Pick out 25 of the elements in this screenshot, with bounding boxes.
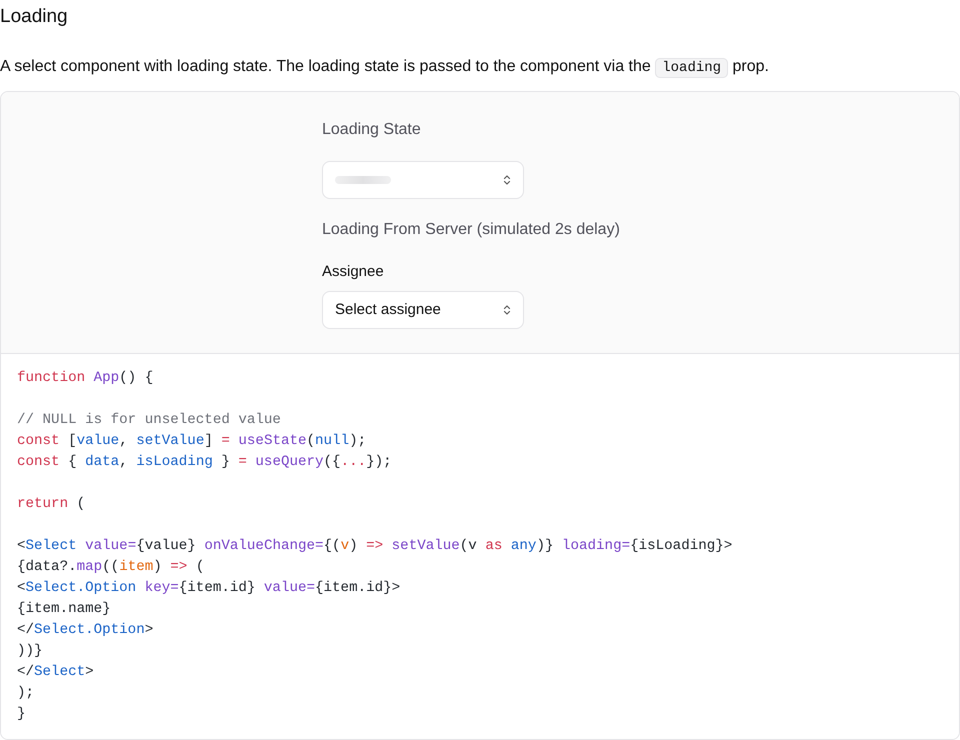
chevron-up-down-icon	[503, 174, 511, 186]
code-line: ))}	[17, 642, 44, 662]
code-line: // NULL is for unselected value	[17, 411, 282, 430]
loading-skeleton	[335, 176, 391, 184]
select-field[interactable]	[322, 160, 524, 199]
inline-code: loading	[655, 58, 728, 78]
code-line: return (	[17, 495, 86, 514]
code-line: const { data, isLoading } = useQuery({...});	[17, 453, 393, 472]
code-line: const [value, setValue] = useState(null);	[17, 432, 368, 452]
code-line: function App() {	[17, 369, 154, 388]
code-line: {data?.map((item) => (	[17, 558, 206, 578]
chevron-up-down-icon	[503, 304, 511, 316]
code-line: );	[17, 684, 36, 704]
description-text: A select component with loading state. The loading state is passed to the component via the loading prop.	[0, 56, 770, 79]
field-label: Assignee	[322, 262, 385, 282]
demo-title: Loading From Server (simulated 2s delay)	[322, 220, 621, 240]
code-line: }	[17, 705, 27, 724]
section-heading: Loading	[0, 6, 69, 29]
code-line: {item.name}	[17, 600, 112, 620]
code-line: <Select value={value} onValueChange={(v) => setValue(v as any)} loading={isLoading}>	[17, 537, 734, 556]
select-field[interactable]: Select assignee	[322, 291, 524, 330]
code-line: </Select>	[17, 663, 95, 682]
code-line: </Select.Option>	[17, 621, 154, 640]
code-line: <Select.Option key={item.id} value={item.id}>	[17, 579, 402, 598]
demo-title: Loading State	[322, 120, 422, 140]
